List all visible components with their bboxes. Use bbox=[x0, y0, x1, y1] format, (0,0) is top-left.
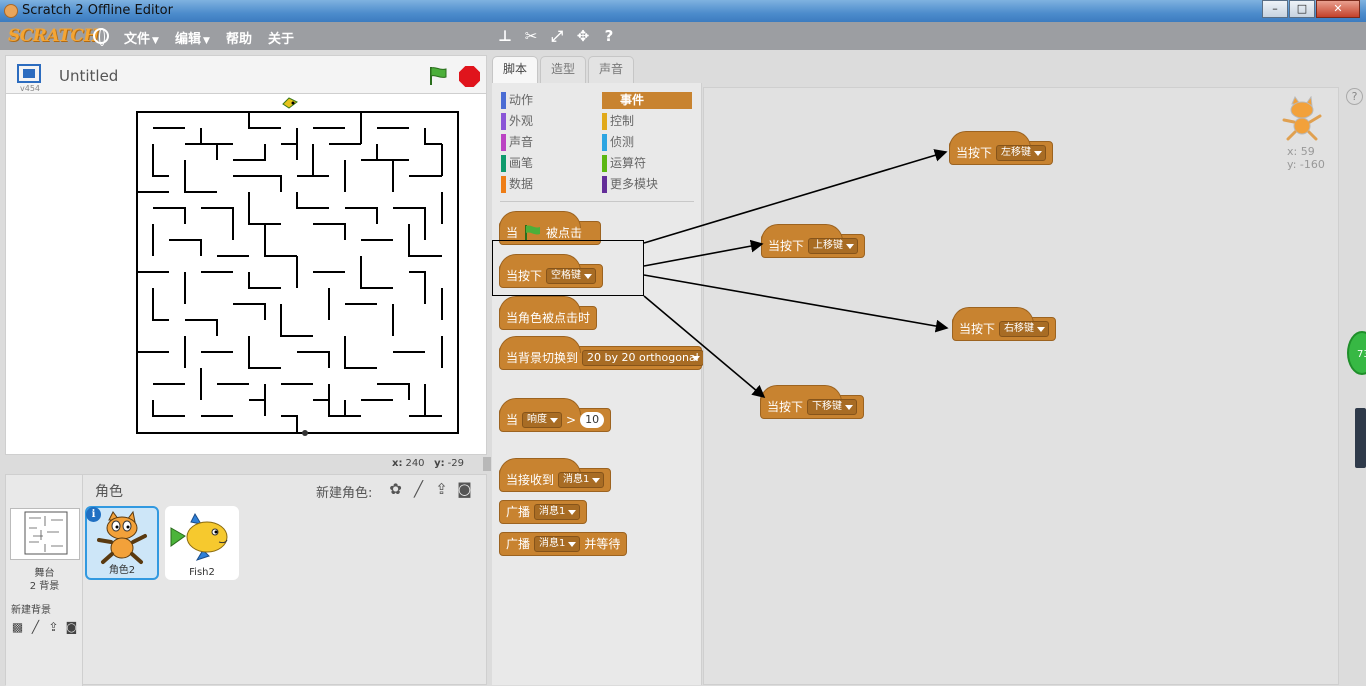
new-backdrop-label: 新建背景 bbox=[11, 605, 51, 616]
message-dropdown[interactable]: 消息1 bbox=[558, 472, 605, 488]
sprite-tile-fish[interactable]: Fish2 bbox=[165, 506, 239, 580]
scratch-logo[interactable]: SCRATCH bbox=[8, 26, 99, 46]
backdrop-count: 2 背景 bbox=[29, 581, 60, 592]
menu-file[interactable]: 文件 ▼ bbox=[124, 28, 159, 47]
menubar: SCRATCH 文件 ▼ 编辑 ▼ 帮助 关于 ⊥ ✂ ⤢ ✥ ? bbox=[0, 22, 1366, 50]
menu-help[interactable]: 帮助 bbox=[226, 28, 252, 47]
message-dropdown[interactable]: 消息1 bbox=[534, 536, 581, 552]
side-bubble[interactable]: 73 bbox=[1347, 331, 1366, 375]
sprite-name-cat: 角色2 bbox=[108, 565, 136, 576]
sprite-position: x: 59 y: -160 bbox=[1287, 145, 1325, 171]
backdrop-library-icon[interactable]: ▩ bbox=[10, 621, 25, 634]
new-sprite-label: 新建角色: bbox=[316, 486, 373, 501]
script-when-left-key[interactable]: 当按下 左移键 bbox=[949, 131, 1054, 165]
tab-sounds[interactable]: 声音 bbox=[588, 56, 635, 83]
language-globe-icon[interactable] bbox=[93, 28, 109, 46]
script-when-right-key[interactable]: 当按下 右移键 bbox=[952, 307, 1057, 341]
editor-tabs: 脚本 造型 声音 bbox=[492, 56, 636, 83]
key-dropdown[interactable]: 下移键 bbox=[807, 399, 858, 415]
mouse-coords: x: 240 y: -29 bbox=[392, 458, 464, 469]
block-palette: 动作 外观 声音 画笔 数据 事件 控制 侦测 运算符 更多模块 bbox=[492, 83, 702, 685]
close-button[interactable]: ✕ bbox=[1316, 0, 1360, 18]
tab-costumes[interactable]: 造型 bbox=[540, 56, 587, 83]
shrink-icon[interactable]: ✥ bbox=[574, 27, 592, 45]
block-broadcast[interactable]: 广播 消息1 bbox=[499, 500, 588, 524]
app-icon bbox=[4, 4, 18, 18]
stage-header: v454 Untitled bbox=[5, 55, 487, 93]
backdrop-dropdown[interactable]: 20 by 20 orthogonal bbox=[582, 350, 704, 366]
menu-edit[interactable]: 编辑 ▼ bbox=[175, 28, 210, 47]
block-when-sensor-greater[interactable]: 当 响度 > 10 bbox=[499, 398, 612, 432]
minimize-button[interactable]: – bbox=[1262, 0, 1288, 18]
block-broadcast-and-wait[interactable]: 广播 消息1 并等待 bbox=[499, 532, 628, 556]
grow-icon[interactable]: ⤢ bbox=[548, 27, 566, 45]
category-pen[interactable]: 画笔 bbox=[501, 155, 533, 172]
sprite-library-icon[interactable]: ✿ bbox=[386, 480, 405, 498]
maze-cat-sprite bbox=[302, 430, 308, 436]
block-when-backdrop-switches[interactable]: 当背景切换到 20 by 20 orthogonal bbox=[499, 336, 704, 370]
green-flag-icon[interactable] bbox=[428, 66, 448, 86]
delete-cut-icon[interactable]: ✂ bbox=[522, 27, 540, 45]
script-when-up-key[interactable]: 当按下 上移键 bbox=[761, 224, 866, 258]
current-sprite-cat-icon bbox=[1282, 96, 1322, 141]
presentation-mode-icon[interactable] bbox=[17, 64, 41, 83]
key-dropdown[interactable]: 上移键 bbox=[808, 238, 859, 254]
category-control[interactable]: 控制 bbox=[602, 113, 634, 130]
camera-backdrop-icon[interactable]: ◙ bbox=[64, 621, 79, 634]
duplicate-stamp-icon[interactable]: ⊥ bbox=[496, 27, 514, 45]
paint-sprite-icon[interactable]: ╱ bbox=[409, 480, 428, 498]
script-when-down-key[interactable]: 当按下 下移键 bbox=[760, 385, 865, 419]
collapse-stage-handle[interactable] bbox=[483, 457, 491, 471]
message-dropdown[interactable]: 消息1 bbox=[534, 504, 581, 520]
sprite-tile-cat[interactable]: i 角色2 bbox=[85, 506, 159, 580]
block-when-receive[interactable]: 当接收到 消息1 bbox=[499, 458, 612, 492]
stage-thumbnail[interactable] bbox=[10, 508, 80, 560]
block-when-sprite-clicked[interactable]: 当角色被点击时 bbox=[499, 296, 598, 330]
category-more-blocks[interactable]: 更多模块 bbox=[602, 176, 658, 193]
stop-sign-icon[interactable] bbox=[459, 66, 480, 87]
maze-image bbox=[136, 97, 459, 436]
cat-sprite-icon bbox=[97, 510, 147, 564]
paint-backdrop-icon[interactable]: ╱ bbox=[28, 621, 43, 634]
sprite-name-fish: Fish2 bbox=[189, 567, 215, 578]
stage-canvas[interactable] bbox=[5, 93, 487, 455]
tab-scripts[interactable]: 脚本 bbox=[492, 56, 539, 83]
key-dropdown[interactable]: 右移键 bbox=[999, 321, 1050, 337]
version-label: v454 bbox=[20, 84, 41, 93]
category-events[interactable]: 事件 bbox=[602, 92, 692, 109]
window-titlebar: Scratch 2 Offline Editor – □ ✕ bbox=[0, 0, 1366, 22]
palette-divider bbox=[500, 201, 694, 202]
category-operators[interactable]: 运算符 bbox=[602, 155, 646, 172]
menu-about[interactable]: 关于 bbox=[268, 28, 294, 47]
block-help-icon[interactable]: ? bbox=[600, 27, 618, 45]
upload-backdrop-icon[interactable]: ⇪ bbox=[46, 621, 61, 634]
project-title[interactable]: Untitled bbox=[59, 67, 118, 85]
maximize-button[interactable]: □ bbox=[1289, 0, 1315, 18]
category-data[interactable]: 数据 bbox=[501, 176, 533, 193]
window-title: Scratch 2 Offline Editor bbox=[22, 3, 173, 18]
fish-sprite-icon bbox=[170, 512, 228, 561]
category-sound[interactable]: 声音 bbox=[501, 134, 533, 151]
annotation-highlight-box bbox=[492, 240, 644, 296]
sensor-dropdown[interactable]: 响度 bbox=[522, 412, 563, 428]
upload-sprite-icon[interactable]: ⇪ bbox=[432, 480, 451, 498]
stage-column: 舞台 2 背景 新建背景 ▩ ╱ ⇪ ◙ bbox=[6, 475, 83, 686]
vertical-scrollbar[interactable] bbox=[1355, 408, 1366, 468]
category-motion[interactable]: 动作 bbox=[501, 92, 533, 109]
camera-sprite-icon[interactable]: ◙ bbox=[455, 480, 474, 498]
sprite-panel: 舞台 2 背景 新建背景 ▩ ╱ ⇪ ◙ 角色 新建角色: ✿ ╱ ⇪ ◙ i … bbox=[5, 474, 487, 686]
key-dropdown[interactable]: 左移键 bbox=[996, 145, 1047, 161]
category-sensing[interactable]: 侦测 bbox=[602, 134, 634, 151]
help-icon[interactable]: ? bbox=[1346, 88, 1363, 105]
sprites-header: 角色 bbox=[95, 484, 123, 500]
maze-goal-sprite bbox=[282, 97, 298, 109]
category-looks[interactable]: 外观 bbox=[501, 113, 533, 130]
sensor-value-input[interactable]: 10 bbox=[580, 412, 605, 428]
